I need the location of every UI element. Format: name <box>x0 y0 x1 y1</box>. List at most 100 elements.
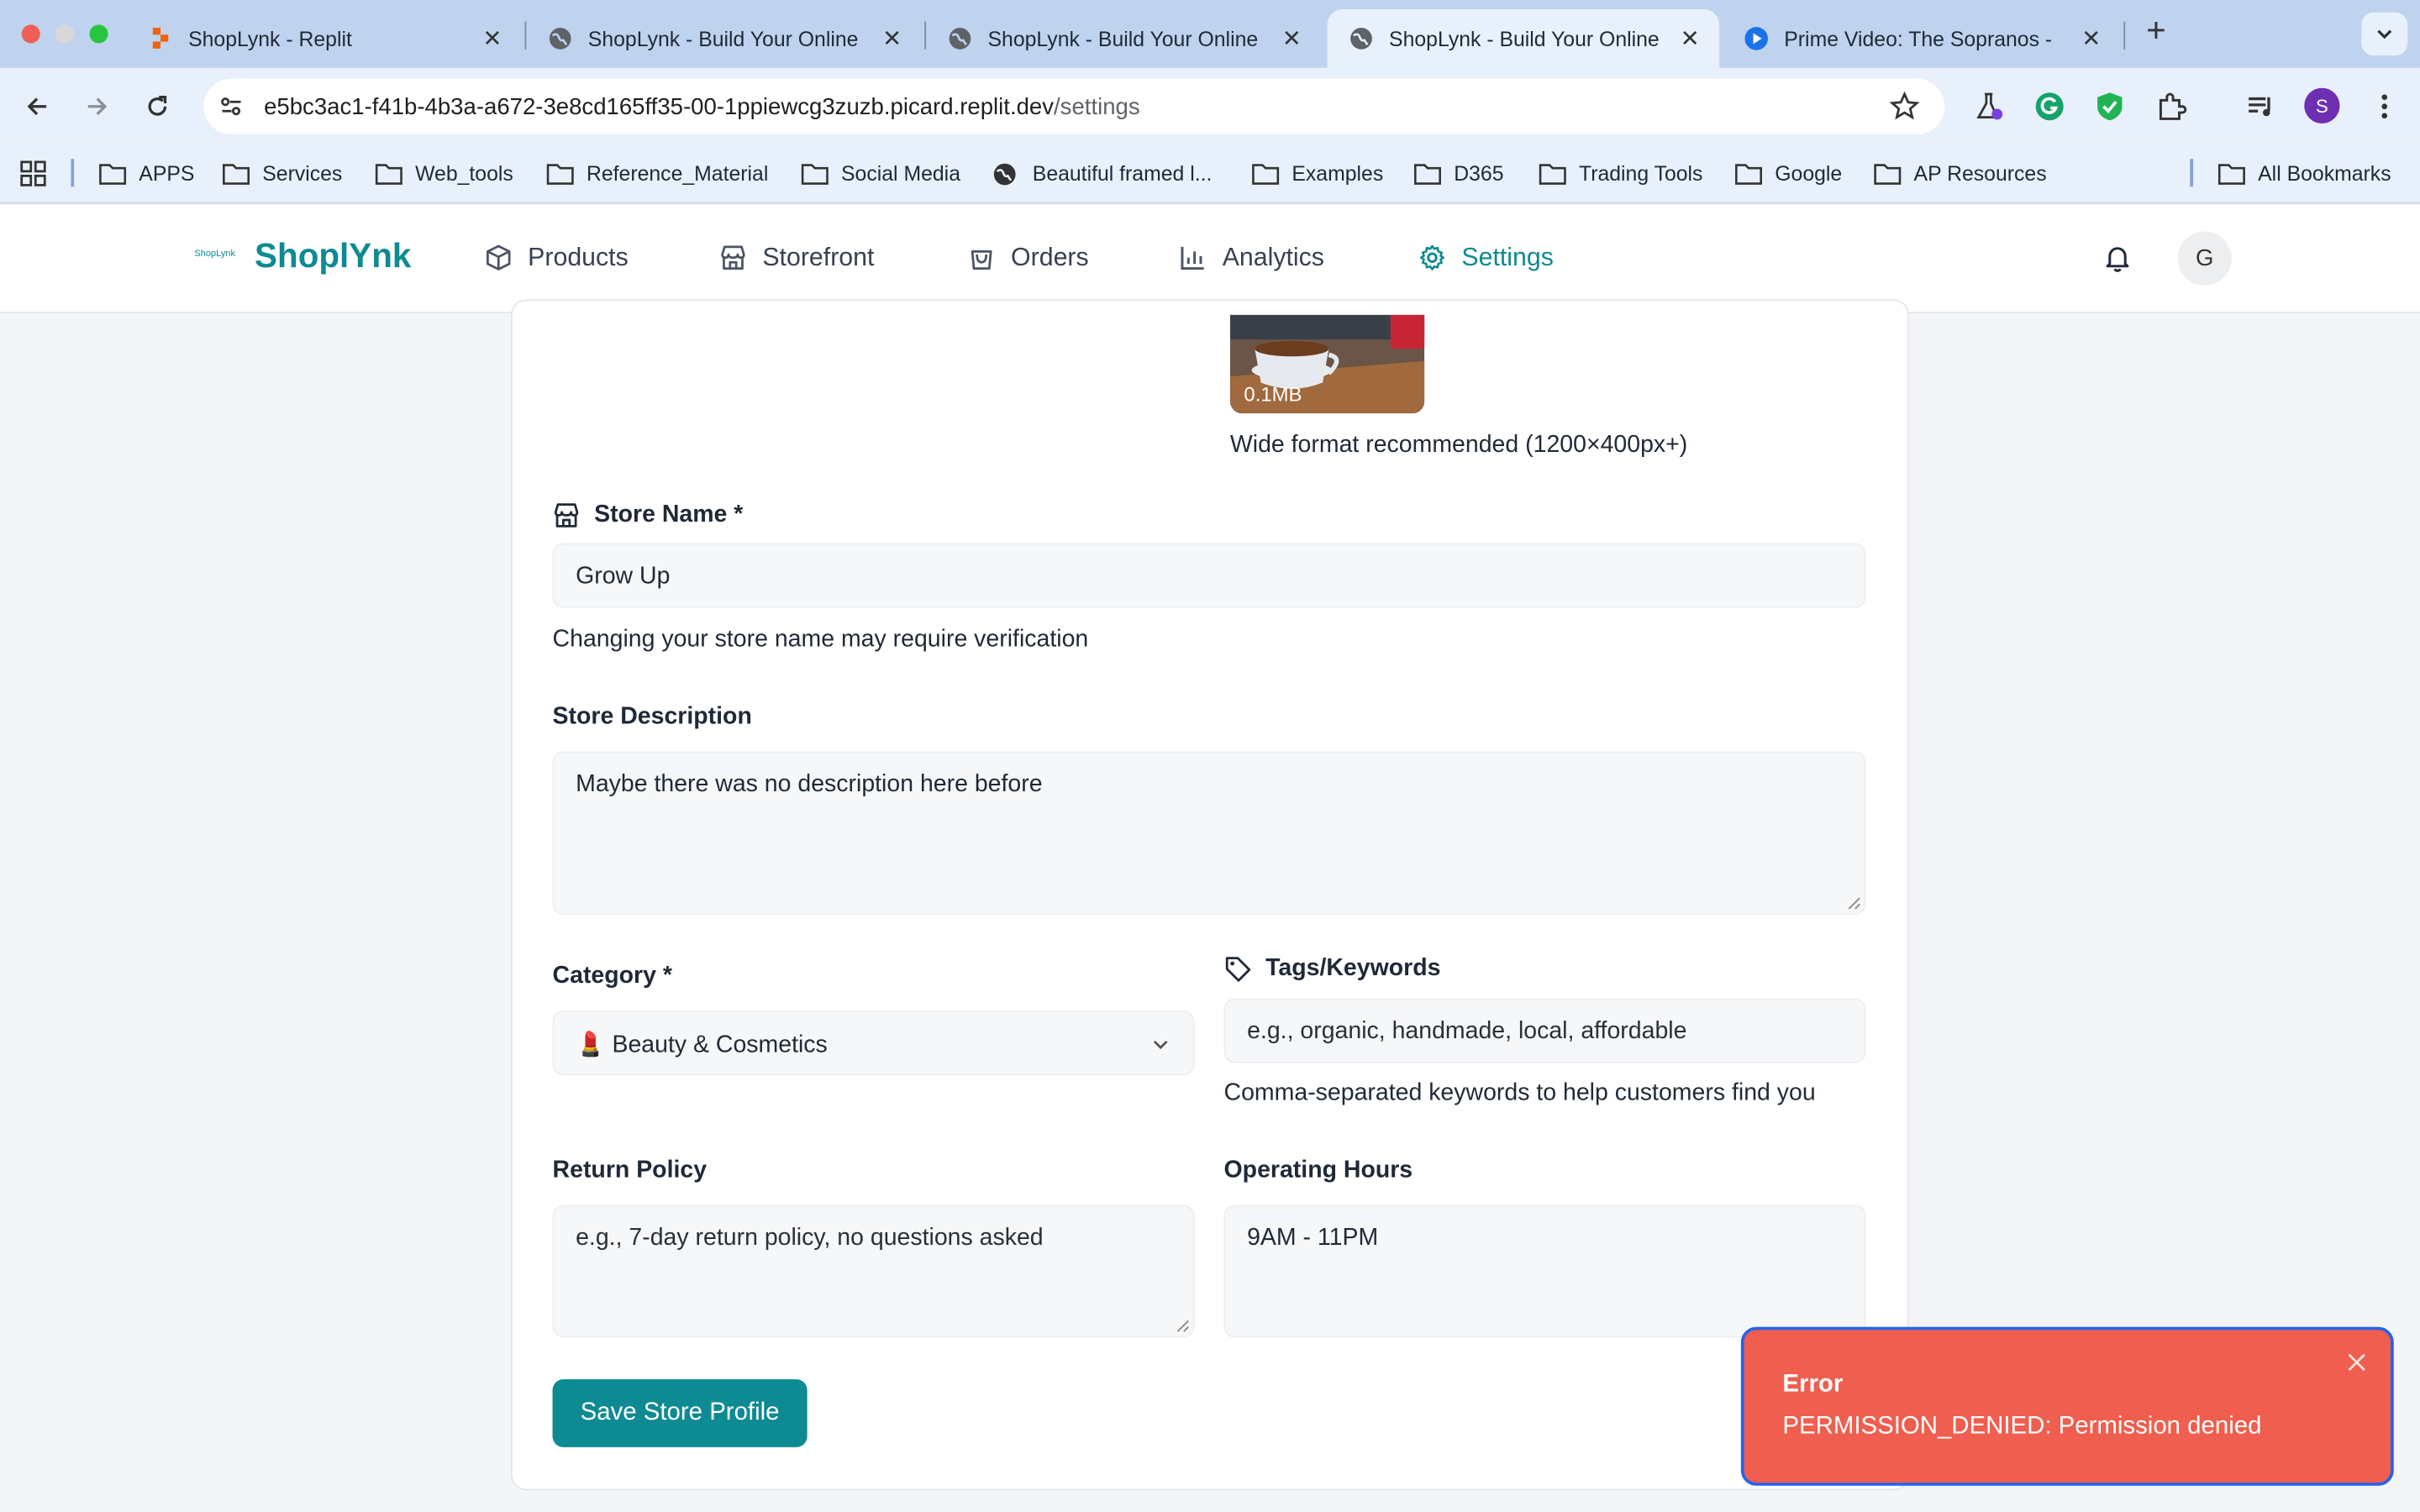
textarea-placeholder: e.g., 7-day return policy, no questions … <box>576 1225 1044 1252</box>
labs-flask-icon[interactable] <box>1972 90 2006 123</box>
nav-settings[interactable]: Settings <box>1418 239 1554 276</box>
folder-icon <box>2217 163 2245 185</box>
reload-button[interactable] <box>140 90 174 123</box>
bookmark-label: Beautiful framed l... <box>1032 161 1213 186</box>
maximize-window-button[interactable] <box>89 24 108 44</box>
bookmarks-bar: APPS Services Web_tools Reference_Materi… <box>0 143 2420 204</box>
label-text: Store Name * <box>594 501 744 528</box>
error-toast: Error PERMISSION_DENIED: Permission deni… <box>1740 1326 2394 1486</box>
store-name-hint: Changing your store name may require ver… <box>552 626 1089 653</box>
arrow-left-icon <box>27 97 47 116</box>
store-name-label: Store Name * <box>553 501 744 529</box>
folder-icon <box>546 163 574 185</box>
url-host: e5bc3ac1-f41b-4b3a-a672-3e8cd165ff35-00-… <box>264 93 1055 120</box>
folder-icon <box>1252 163 1280 185</box>
category-select[interactable]: 💄 Beauty & Cosmetics <box>552 1011 1195 1076</box>
bookmark-label: APPS <box>139 161 195 186</box>
media-controls-icon[interactable] <box>2244 90 2278 123</box>
bookmark-folder[interactable]: Trading Tools <box>1539 144 1702 204</box>
nav-storefront[interactable]: Storefront <box>719 239 875 276</box>
bookmark-label: Reference_Material <box>586 161 769 186</box>
bookmark-folder[interactable]: Reference_Material <box>546 144 768 204</box>
bookmark-label: Web_tools <box>415 161 513 186</box>
close-icon[interactable]: ✕ <box>881 26 903 52</box>
bookmark-label: Examples <box>1292 161 1384 186</box>
close-icon[interactable]: ✕ <box>1679 26 1701 52</box>
operating-hours-textarea[interactable]: 9AM - 11PM <box>1223 1205 1866 1338</box>
nav-products[interactable]: Products <box>485 239 629 276</box>
globe-icon <box>948 26 972 50</box>
save-store-profile-button[interactable]: Save Store Profile <box>552 1379 808 1447</box>
bookmark-folder[interactable]: AP Resources <box>1874 144 2047 204</box>
browser-tab[interactable]: ShopLynk - Build Your Online ✕ <box>526 9 921 68</box>
toast-title: Error <box>1782 1371 1844 1399</box>
store-icon <box>553 501 581 529</box>
tags-input[interactable]: e.g., organic, handmade, local, affordab… <box>1223 998 1866 1063</box>
close-icon[interactable] <box>2346 1352 2368 1373</box>
bookmark-folder[interactable]: Web_tools <box>375 144 513 204</box>
site-settings-icon[interactable] <box>216 91 247 122</box>
bookmark-folder[interactable]: APPS <box>99 144 195 204</box>
shopping-bag-icon <box>968 244 996 271</box>
close-icon[interactable]: ✕ <box>481 26 503 52</box>
label-text: Tags/Keywords <box>1265 954 1441 982</box>
tab-title: ShopLynk - Build Your Online <box>1389 27 1660 50</box>
bookmark-link[interactable]: Beautiful framed l... <box>992 144 1212 204</box>
extensions-puzzle-icon[interactable] <box>2154 90 2188 123</box>
tab-title: ShopLynk - Replit <box>188 27 352 50</box>
profile-avatar[interactable]: S <box>2304 87 2340 123</box>
resize-handle-icon[interactable] <box>1848 896 1862 911</box>
nav-orders[interactable]: Orders <box>968 239 1089 276</box>
folder-icon <box>222 163 250 185</box>
tab-title: Prime Video: The Sopranos - <box>1784 27 2053 50</box>
banner-preview[interactable]: 0.1MB <box>1229 314 1425 414</box>
new-tab-button[interactable]: + <box>2139 13 2173 49</box>
bookmark-folder[interactable]: Services <box>222 144 342 204</box>
store-name-input[interactable]: Grow Up <box>552 543 1866 608</box>
tag-icon <box>1224 955 1252 983</box>
reload-icon <box>148 96 167 116</box>
label-text: Category * <box>552 963 672 990</box>
shield-icon[interactable] <box>2093 90 2127 123</box>
minimize-window-button[interactable] <box>55 24 75 44</box>
more-menu-icon[interactable] <box>2368 90 2402 123</box>
chevron-down-icon <box>1153 1040 1168 1050</box>
back-button[interactable] <box>20 90 54 123</box>
bookmark-folder[interactable]: D365 <box>1413 144 1503 204</box>
bell-icon[interactable] <box>2102 242 2133 273</box>
browser-tab[interactable]: ShopLynk - Build Your Online ✕ <box>926 9 1321 68</box>
bar-chart-icon <box>1179 244 1207 271</box>
bookmark-folder[interactable]: Social Media <box>801 144 960 204</box>
tab-search-button[interactable] <box>2361 12 2408 56</box>
browser-tab[interactable]: Prime Video: The Sopranos - ✕ <box>1723 9 2121 68</box>
address-bar[interactable]: e5bc3ac1-f41b-4b3a-a672-3e8cd165ff35-00-… <box>203 78 1945 134</box>
store-description-textarea[interactable]: Maybe there was no description here befo… <box>552 751 1866 916</box>
browser-tab-active[interactable]: ShopLynk - Build Your Online ✕ <box>1327 9 1720 68</box>
arrow-right-icon <box>87 97 108 116</box>
app-logo[interactable]: ShoplYnk <box>255 236 411 276</box>
tags-label: Tags/Keywords <box>1224 954 1441 983</box>
resize-handle-icon[interactable] <box>1176 1319 1191 1333</box>
grammarly-icon[interactable] <box>2033 90 2066 123</box>
nav-analytics[interactable]: Analytics <box>1179 239 1324 276</box>
nav-label: Storefront <box>762 243 875 271</box>
bookmarks-divider <box>2190 159 2194 187</box>
browser-toolbar: e5bc3ac1-f41b-4b3a-a672-3e8cd165ff35-00-… <box>0 67 2420 144</box>
label-text: Operating Hours <box>1223 1157 1413 1184</box>
close-icon[interactable]: ✕ <box>1281 26 1302 52</box>
folder-icon <box>1539 163 1566 185</box>
browser-tab[interactable]: ShopLynk - Replit ✕ <box>127 9 522 68</box>
close-icon[interactable]: ✕ <box>2081 26 2102 52</box>
bookmark-folder[interactable]: Google <box>1734 144 1842 204</box>
return-policy-textarea[interactable]: e.g., 7-day return policy, no questions … <box>552 1205 1195 1338</box>
bookmarks-divider <box>71 159 75 187</box>
forward-button[interactable] <box>81 90 114 123</box>
apps-grid-icon[interactable] <box>20 144 46 204</box>
bookmark-folder[interactable]: Examples <box>1252 144 1384 204</box>
tab-strip: ShopLynk - Replit ✕ ShopLynk - Build You… <box>0 0 2420 68</box>
bookmark-star-icon[interactable] <box>1889 91 1920 122</box>
user-avatar[interactable]: G <box>2177 231 2232 286</box>
all-bookmarks-button[interactable]: All Bookmarks <box>2217 144 2391 204</box>
close-window-button[interactable] <box>21 24 40 44</box>
prime-video-icon <box>1744 26 1769 50</box>
